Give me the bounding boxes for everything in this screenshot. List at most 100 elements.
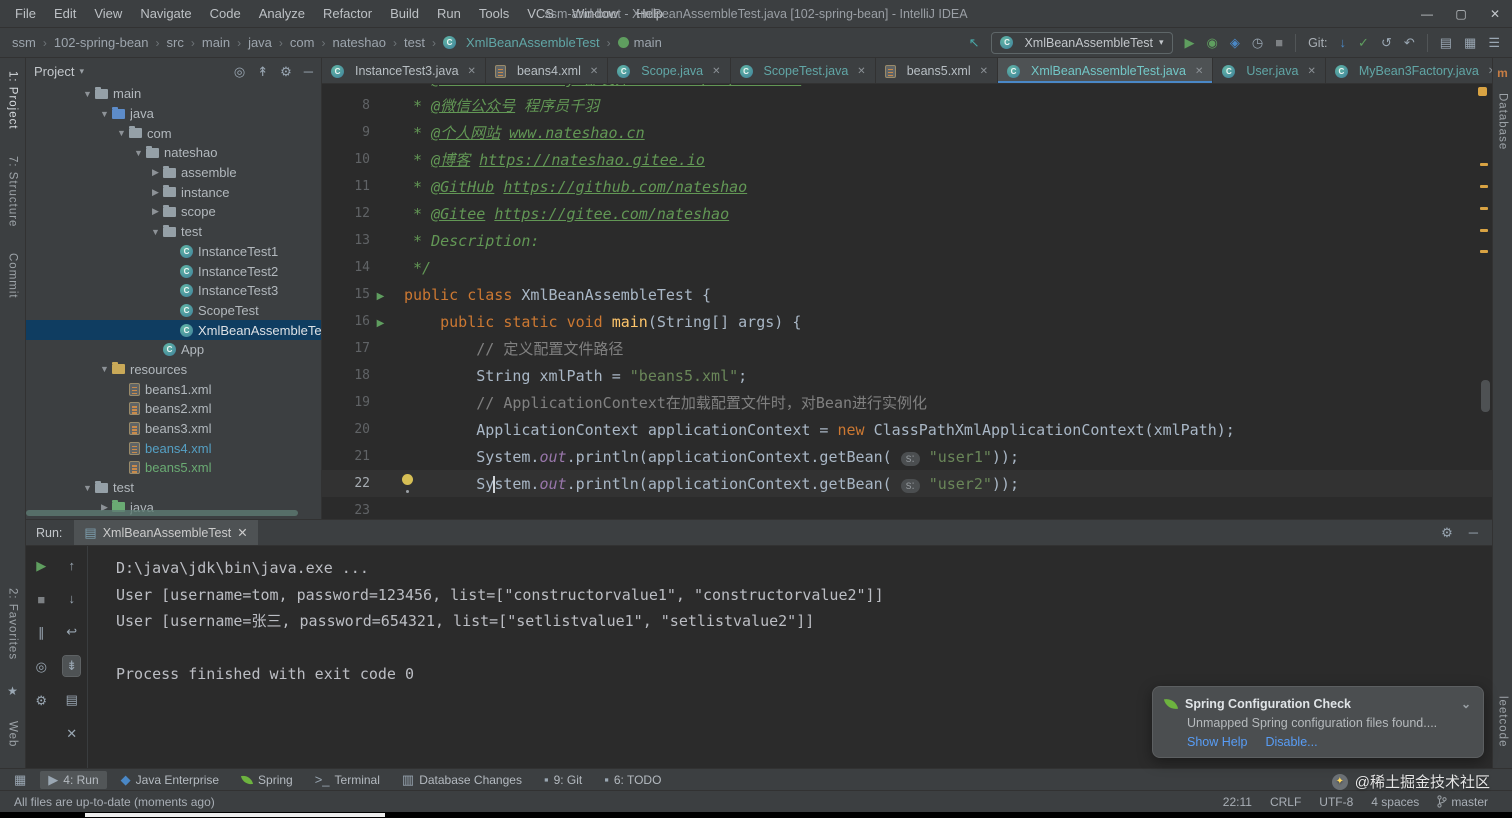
menu-file[interactable]: File bbox=[6, 0, 45, 28]
profiler-icon[interactable]: ◷ bbox=[1252, 36, 1263, 49]
editor-line-16[interactable]: 16 ▶ public static void main(String[] arg… bbox=[322, 308, 1492, 335]
tab-scope-java[interactable]: C Scope.java ✕ bbox=[608, 58, 731, 83]
stripe-mark[interactable] bbox=[1480, 250, 1488, 253]
close-icon[interactable]: ✕ bbox=[1488, 66, 1492, 77]
hide-icon[interactable]: ─ bbox=[1469, 526, 1478, 539]
breadcrumb-ssm[interactable]: ssm bbox=[12, 35, 36, 50]
console-line[interactable]: D:\java\jdk\bin\java.exe ... bbox=[116, 555, 1492, 582]
settings-icon[interactable]: ⚙ bbox=[32, 691, 50, 711]
tree-item-instancetest2[interactable]: C InstanceTest2 bbox=[26, 261, 321, 281]
tree-item-main[interactable]: ▼ main bbox=[26, 84, 321, 104]
menu-code[interactable]: Code bbox=[201, 0, 250, 28]
tab-user-java[interactable]: C User.java ✕ bbox=[1213, 58, 1326, 83]
toolwindow-button-grid[interactable]: ▦ bbox=[6, 771, 34, 788]
tree-item-beans3-xml[interactable]: beans3.xml bbox=[26, 419, 321, 439]
hide-icon[interactable]: ─ bbox=[304, 65, 313, 78]
tree-item-test[interactable]: ▼ test bbox=[26, 222, 321, 242]
tree-expand-arrow[interactable]: ▼ bbox=[80, 483, 95, 493]
notification-link-disable[interactable]: Disable... bbox=[1265, 735, 1317, 749]
git-branch[interactable]: master bbox=[1437, 795, 1488, 809]
history-icon[interactable]: ↺ bbox=[1381, 36, 1392, 49]
toolwindow-button-database-changes[interactable]: ▥ Database Changes bbox=[394, 771, 530, 789]
editor-line-10[interactable]: 10 * @博客 https://nateshao.gitee.io bbox=[322, 146, 1492, 173]
menu-analyze[interactable]: Analyze bbox=[250, 0, 314, 28]
stripe-1-project[interactable]: 1: Project bbox=[7, 71, 19, 130]
run-line-icon[interactable]: ▶ bbox=[377, 318, 385, 329]
navback-icon[interactable]: ↖ bbox=[969, 36, 980, 49]
tree-expand-arrow[interactable]: ▼ bbox=[114, 128, 129, 138]
tree-item-instance[interactable]: ▶ instance bbox=[26, 182, 321, 202]
tree-item-app[interactable]: C App bbox=[26, 340, 321, 360]
stop-icon[interactable]: ■ bbox=[34, 590, 48, 609]
print-icon[interactable]: ▤ bbox=[63, 690, 81, 710]
editor-line-15[interactable]: 15 ▶ public class XmlBeanAssembleTest { bbox=[322, 281, 1492, 308]
tab-beans4-xml[interactable]: beans4.xml ✕ bbox=[486, 58, 609, 83]
minimize-button[interactable]: — bbox=[1410, 0, 1444, 28]
tree-collapse-arrow[interactable]: ▶ bbox=[148, 167, 163, 178]
up-icon[interactable]: ↑ bbox=[66, 556, 79, 575]
tree-expand-arrow[interactable]: ▼ bbox=[97, 364, 112, 374]
console-line[interactable]: Process finished with exit code 0 bbox=[116, 661, 1492, 688]
toolwindow-button-java-enterprise[interactable]: ◆ Java Enterprise bbox=[113, 771, 227, 789]
tree-expand-arrow[interactable]: ▼ bbox=[148, 227, 163, 237]
status-crlf[interactable]: CRLF bbox=[1270, 795, 1301, 809]
stripe-mark[interactable] bbox=[1480, 185, 1488, 188]
toolwindow-button-4-run[interactable]: ▶ 4: Run bbox=[40, 770, 107, 789]
status-4-spaces[interactable]: 4 spaces bbox=[1371, 795, 1419, 809]
editor-line-11[interactable]: 11 * @GitHub https://github.com/nateshao bbox=[322, 173, 1492, 200]
tree-item-nateshao[interactable]: ▼ nateshao bbox=[26, 143, 321, 163]
tab-mybean3factory-java[interactable]: C MyBean3Factory.java ✕ bbox=[1326, 58, 1492, 83]
editor-line-12[interactable]: 12 * @Gitee https://gitee.com/nateshao bbox=[322, 200, 1492, 227]
console-line[interactable]: User [username=张三, password=654321, list… bbox=[116, 608, 1492, 635]
pause-icon[interactable]: ∥ bbox=[35, 623, 48, 643]
locate-icon[interactable]: ◎ bbox=[234, 65, 245, 78]
tree-collapse-arrow[interactable]: ▶ bbox=[148, 206, 163, 217]
maven-icon[interactable]: m bbox=[1497, 66, 1508, 80]
chevron-down-icon[interactable]: ⌄ bbox=[1461, 697, 1471, 711]
breadcrumb-102-spring-bean[interactable]: 102-spring-bean bbox=[54, 35, 149, 50]
editor-line-14[interactable]: 14 */ bbox=[322, 254, 1492, 281]
commit-icon[interactable]: ✓ bbox=[1358, 36, 1369, 49]
softwrap-icon[interactable]: ↩ bbox=[63, 622, 80, 642]
down-icon[interactable]: ↓ bbox=[66, 589, 79, 608]
stripe-mark[interactable] bbox=[1480, 163, 1488, 166]
tab-scopetest-java[interactable]: C ScopeTest.java ✕ bbox=[731, 58, 876, 83]
scrollbar-thumb[interactable] bbox=[1481, 380, 1490, 412]
close-icon[interactable]: ✕ bbox=[468, 66, 476, 77]
tree-item-xmlbeanassembletest[interactable]: C XmlBeanAssembleTest bbox=[26, 320, 321, 340]
breadcrumb-xmlbeanassembletest[interactable]: C XmlBeanAssembleTest bbox=[442, 35, 600, 50]
breadcrumb-com[interactable]: com bbox=[290, 35, 315, 50]
tree-item-scopetest[interactable]: C ScopeTest bbox=[26, 301, 321, 321]
menu-tools[interactable]: Tools bbox=[470, 0, 518, 28]
tree-expand-arrow[interactable]: ▼ bbox=[80, 89, 95, 99]
tree-item-instancetest1[interactable]: C InstanceTest1 bbox=[26, 242, 321, 262]
tree-item-com[interactable]: ▼ com bbox=[26, 123, 321, 143]
breadcrumb-java[interactable]: java bbox=[248, 35, 272, 50]
grid-icon[interactable]: ▦ bbox=[1464, 36, 1476, 49]
rerun-icon[interactable]: ▶ bbox=[33, 556, 49, 576]
console-line[interactable]: User [username=tom, password=123456, lis… bbox=[116, 582, 1492, 609]
editor-line-22[interactable]: 22 System.out.println(applicationContext… bbox=[322, 470, 1492, 497]
tree-item-instancetest3[interactable]: C InstanceTest3 bbox=[26, 281, 321, 301]
layout-icon[interactable]: ▤ bbox=[1440, 36, 1452, 49]
tree-expand-arrow[interactable]: ▼ bbox=[131, 148, 146, 158]
tab-xmlbeanassembletest-java[interactable]: C XmlBeanAssembleTest.java ✕ bbox=[998, 58, 1214, 83]
toolwindow-button-terminal[interactable]: >_ Terminal bbox=[307, 771, 388, 789]
coverage-icon[interactable]: ◈ bbox=[1230, 36, 1240, 49]
breadcrumb-src[interactable]: src bbox=[167, 35, 184, 50]
maximize-button[interactable]: ▢ bbox=[1444, 0, 1478, 28]
close-button[interactable]: ✕ bbox=[1478, 0, 1512, 28]
run-config-select[interactable]: C XmlBeanAssembleTest ▾ bbox=[991, 31, 1173, 54]
close-icon[interactable]: ✕ bbox=[1307, 66, 1315, 77]
settings-icon[interactable]: ⚙ bbox=[280, 65, 292, 78]
snapshot-icon[interactable]: ◎ bbox=[33, 657, 50, 677]
tree-item-scope[interactable]: ▶ scope bbox=[26, 202, 321, 222]
stop-icon[interactable]: ■ bbox=[1275, 36, 1283, 49]
menu-edit[interactable]: Edit bbox=[45, 0, 85, 28]
editor-line-21[interactable]: 21 System.out.println(applicationContext… bbox=[322, 443, 1492, 470]
editor-line-18[interactable]: 18 String xmlPath = "beans5.xml"; bbox=[322, 362, 1492, 389]
intention-bulb-icon[interactable] bbox=[402, 474, 413, 485]
menu-refactor[interactable]: Refactor bbox=[314, 0, 381, 28]
run-line-icon[interactable]: ▶ bbox=[377, 291, 385, 302]
menu-navigate[interactable]: Navigate bbox=[131, 0, 200, 28]
